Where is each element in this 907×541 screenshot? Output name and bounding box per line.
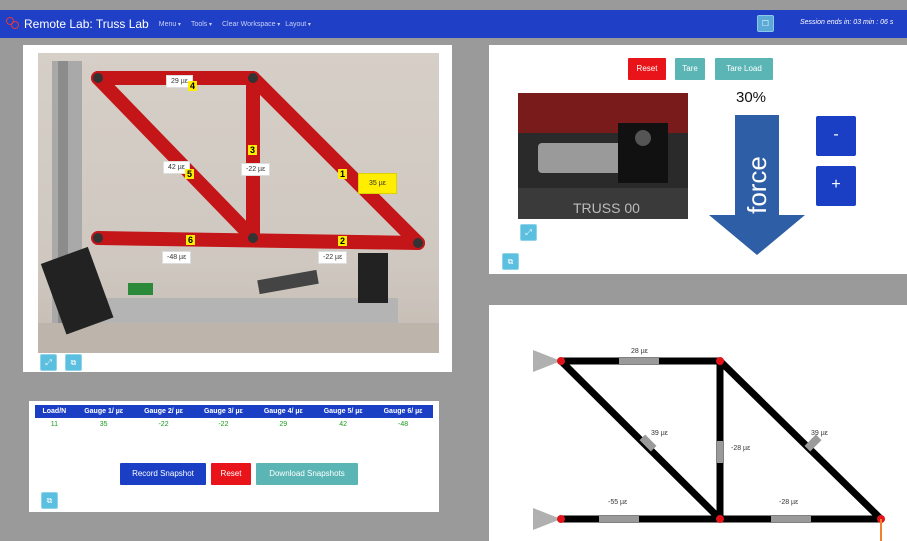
menu-dropdown[interactable]: Menu bbox=[159, 21, 181, 28]
gauge-table-panel: Load/N Gauge 1/ µε Gauge 2/ µε Gauge 3/ … bbox=[29, 401, 439, 512]
record-snapshot-button[interactable]: Record Snapshot bbox=[120, 463, 206, 485]
load-cam-expand-button[interactable]: ⤢ bbox=[520, 224, 537, 241]
label-vertical: -28 µε bbox=[731, 445, 750, 452]
label-diag-left: 39 µε bbox=[651, 430, 668, 437]
load-cell-illustration: TRUSS 00 bbox=[518, 93, 688, 219]
truss-members bbox=[557, 357, 885, 523]
gauge-4-number: 4 bbox=[188, 81, 198, 91]
truss-diagram: 28 µε 39 µε -28 µε 39 µε -55 µε -28 µε bbox=[533, 348, 885, 541]
gauge-markers bbox=[599, 358, 822, 522]
logo-icon bbox=[6, 17, 20, 31]
cell-load: 11 bbox=[50, 421, 58, 428]
gauge-6-label: -48 µε bbox=[162, 251, 192, 264]
force-label: force bbox=[742, 156, 772, 214]
gauge-readings-table: Load/N Gauge 1/ µε Gauge 2/ µε Gauge 3/ … bbox=[35, 405, 433, 431]
camera-expand-button[interactable]: ⤢ bbox=[40, 354, 57, 371]
member-diag-right bbox=[716, 357, 885, 523]
cam-text: TRUSS 00 bbox=[573, 200, 640, 216]
gauge-6-number: 6 bbox=[186, 235, 196, 245]
header-gauge-1: Gauge 1/ µε bbox=[73, 405, 134, 418]
header-gauge-5: Gauge 5/ µε bbox=[313, 405, 374, 418]
support-top-icon bbox=[533, 350, 561, 372]
session-timer: Session ends in: 03 min : 06 s bbox=[800, 19, 894, 26]
increase-force-button[interactable]: + bbox=[816, 166, 856, 206]
camera-window-button[interactable]: ⧉ bbox=[65, 354, 82, 371]
load-cell-camera: TRUSS 00 bbox=[518, 93, 688, 219]
cell-gauge-2: -22 bbox=[158, 421, 169, 428]
cell-gauge-6: -48 bbox=[397, 421, 409, 428]
cell-gauge-1: 35 bbox=[99, 421, 108, 428]
download-snapshots-button[interactable]: Download Snapshots bbox=[256, 463, 358, 485]
gauge-1-label: 35 µε bbox=[358, 173, 397, 194]
support-bottom-icon bbox=[533, 508, 561, 530]
gauge-3-number: 3 bbox=[248, 145, 258, 155]
table-header-row: Load/N Gauge 1/ µε Gauge 2/ µε Gauge 3/ … bbox=[35, 405, 433, 418]
label-bottom-left: -55 µε bbox=[608, 499, 627, 506]
header-load: Load/N bbox=[35, 405, 74, 418]
gauge-5-number: 5 bbox=[185, 169, 195, 179]
camera-panel: 29 µε 4 3 42 µε 5 -22 µε 1 35 µε 6 -48 µ… bbox=[23, 45, 452, 372]
cell-gauge-3: -22 bbox=[218, 421, 229, 428]
table-window-button[interactable]: ⧉ bbox=[41, 492, 58, 509]
header-gauge-6: Gauge 6/ µε bbox=[373, 405, 433, 418]
header-gauge-4: Gauge 4/ µε bbox=[253, 405, 314, 418]
force-percentage: 30% bbox=[736, 89, 767, 106]
label-diag-right: 39 µε bbox=[811, 430, 828, 437]
cell-gauge-5: 42 bbox=[339, 421, 348, 428]
reset-snapshots-button[interactable]: Reset bbox=[211, 463, 251, 485]
gauge-1-number: 1 bbox=[338, 169, 348, 179]
header-gauge-3: Gauge 3/ µε bbox=[193, 405, 254, 418]
label-top: 28 µε bbox=[631, 348, 648, 355]
tare-button[interactable]: Tare bbox=[675, 58, 705, 80]
gauge-2-number: 2 bbox=[338, 236, 348, 246]
control-window-button[interactable]: ⧉ bbox=[502, 253, 519, 270]
top-navbar: Remote Lab: Truss Lab Menu Tools Clear W… bbox=[0, 10, 907, 38]
layout-dropdown[interactable]: Layout bbox=[285, 21, 311, 28]
cell-gauge-4: 29 bbox=[279, 421, 288, 428]
reset-load-button[interactable]: Reset bbox=[628, 58, 666, 80]
window-toggle-button[interactable]: ☐ bbox=[757, 15, 774, 32]
clear-workspace-dropdown[interactable]: Clear Workspace bbox=[222, 21, 280, 28]
load-control-panel: Reset Tare Tare Load TRUSS 00 ⤢ 30% forc… bbox=[489, 45, 907, 274]
label-bottom-right: -28 µε bbox=[779, 499, 798, 506]
gauge-3-label: -22 µε bbox=[241, 163, 271, 176]
tools-dropdown[interactable]: Tools bbox=[191, 21, 212, 28]
decrease-force-button[interactable]: - bbox=[816, 116, 856, 156]
truss-camera-feed: 29 µε 4 3 42 µε 5 -22 µε 1 35 µε 6 -48 µ… bbox=[38, 53, 439, 353]
gauge-2-label: -22 µε bbox=[318, 251, 348, 264]
truss-diagram-panel: 28 µε 39 µε -28 µε 39 µε -55 µε -28 µε bbox=[489, 305, 907, 541]
truss-photo-illustration bbox=[38, 61, 439, 353]
header-gauge-2: Gauge 2/ µε bbox=[133, 405, 194, 418]
table-row: 11 35 -22 -22 29 42 -48 bbox=[35, 418, 433, 431]
tare-load-button[interactable]: Tare Load bbox=[715, 58, 773, 80]
app-title: Remote Lab: Truss Lab bbox=[24, 17, 149, 31]
